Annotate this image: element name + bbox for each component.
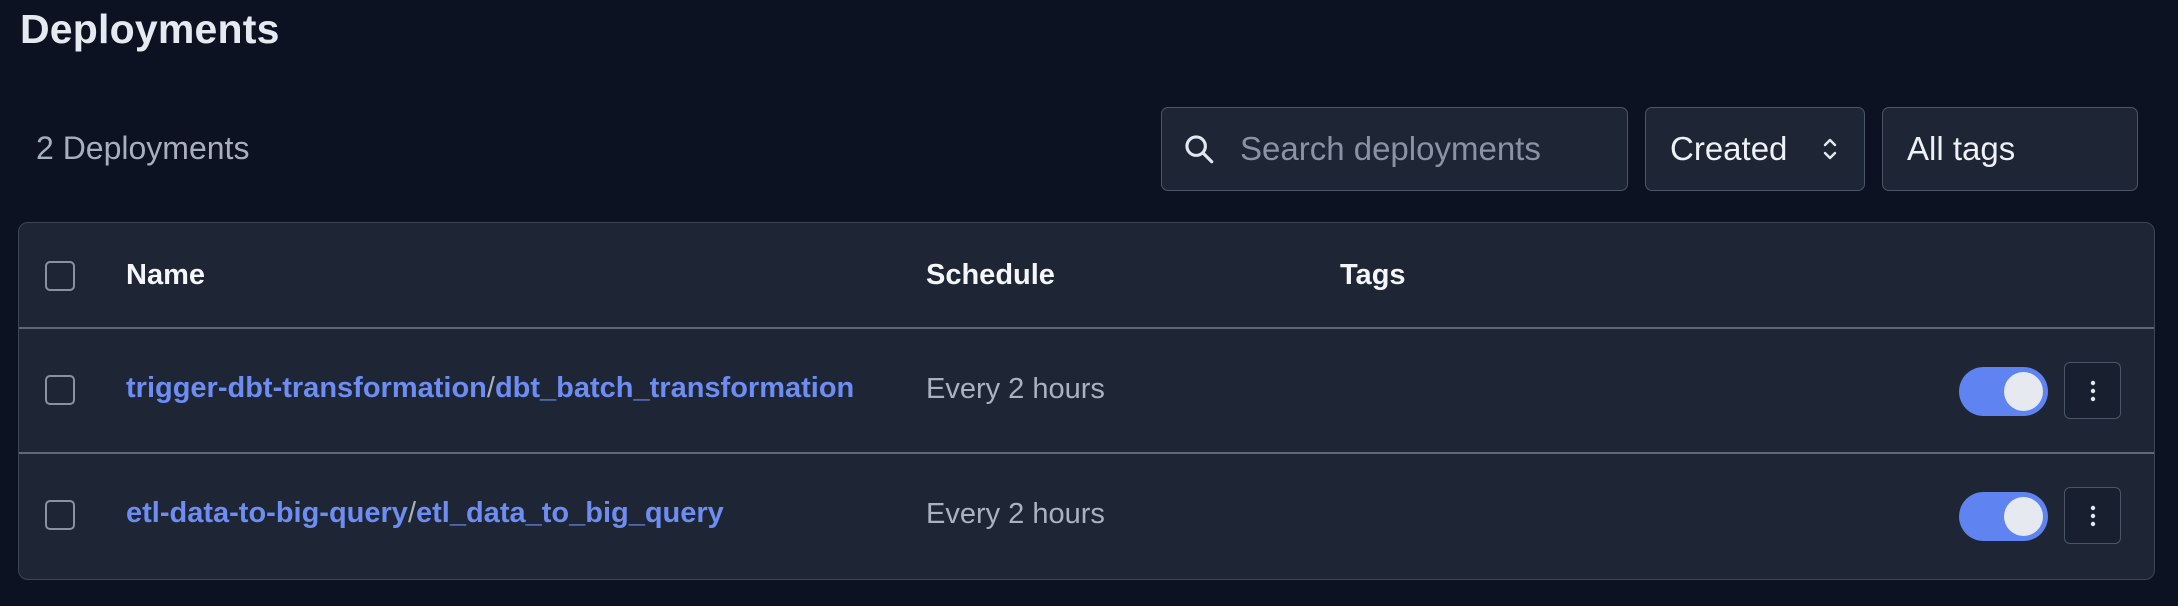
search-icon [1185,135,1214,164]
search-box[interactable] [1161,107,1628,191]
column-header-schedule: Schedule [926,259,1055,291]
column-header-name: Name [126,259,205,291]
table-header: Name Schedule Tags [19,223,2154,329]
row-checkbox[interactable] [45,375,75,405]
page-title: Deployments [20,6,280,52]
tags-filter-select[interactable]: All tags [1882,107,2138,191]
more-vertical-icon [2090,380,2095,401]
row-actions-menu-button[interactable] [2064,487,2121,544]
tags-filter-value: All tags [1907,130,2016,167]
row-actions-menu-button[interactable] [2064,362,2121,419]
search-input[interactable] [1240,130,1627,168]
deployment-active-toggle[interactable] [1959,492,2048,541]
filter-controls: Created All tags [1161,107,2138,191]
toggle-knob [2004,497,2043,536]
schedule-cell: Every 2 hours [926,373,1105,405]
deployment-active-toggle[interactable] [1959,367,2048,416]
table-row: etl-data-to-big-query/etl_data_to_big_qu… [19,454,2154,579]
sort-select-value: Created [1670,130,1788,167]
name-separator: / [407,497,416,529]
deployment-name: etl-data-to-big-query/etl_data_to_big_qu… [126,497,724,530]
deployment-count: 2 Deployments [36,130,250,166]
flow-link[interactable]: etl-data-to-big-query [126,497,408,529]
deployments-table: Name Schedule Tags trigger-dbt-transform… [18,222,2155,580]
row-checkbox[interactable] [45,500,75,530]
column-header-tags: Tags [1340,259,1406,291]
name-separator: / [486,372,495,404]
sort-select[interactable]: Created [1645,107,1865,191]
table-row: trigger-dbt-transformation/dbt_batch_tra… [19,329,2154,454]
select-all-checkbox[interactable] [45,261,75,291]
toggle-knob [2004,372,2043,411]
flow-link[interactable]: trigger-dbt-transformation [126,372,487,404]
deployments-page: Deployments 2 Deployments Created All ta… [0,0,2178,606]
schedule-cell: Every 2 hours [926,498,1105,530]
deployment-name: trigger-dbt-transformation/dbt_batch_tra… [126,372,854,405]
deployment-link[interactable]: etl_data_to_big_query [416,497,724,529]
chevron-up-down-icon [1823,138,1837,160]
deployment-link[interactable]: dbt_batch_transformation [495,372,854,404]
more-vertical-icon [2090,505,2095,526]
